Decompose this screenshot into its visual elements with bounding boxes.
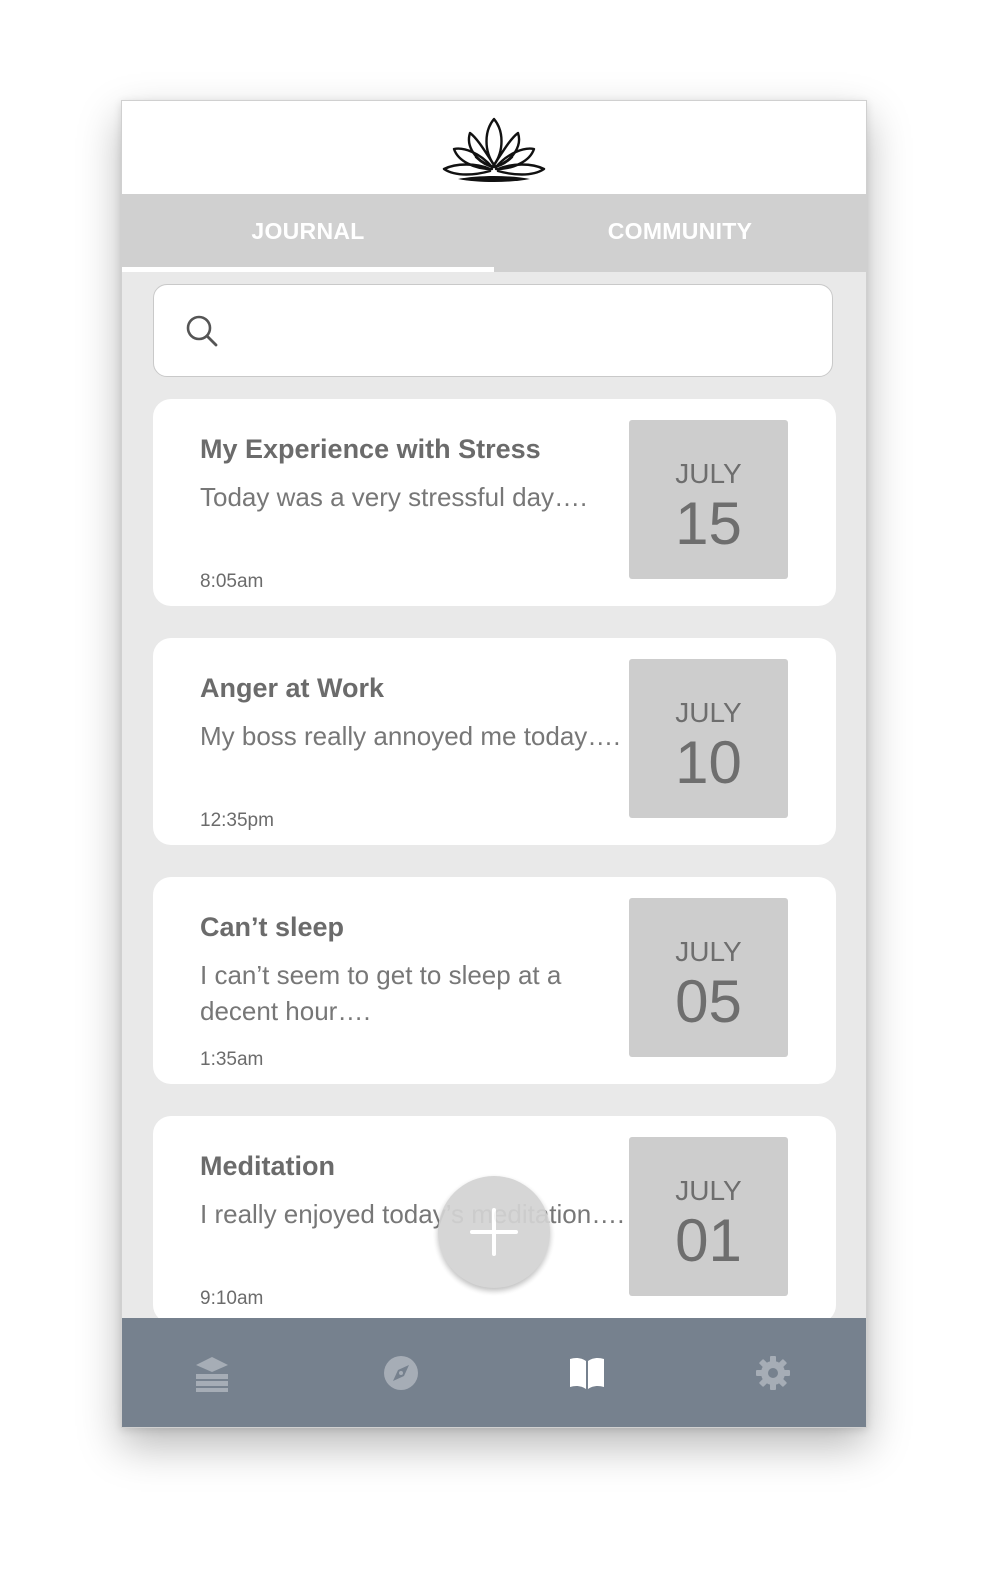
tab-journal[interactable]: JOURNAL [122,194,494,272]
entry-date-badge: JULY 01 [629,1137,788,1296]
entry-preview: My boss really annoyed me today…. [200,721,621,751]
tab-bar: JOURNAL COMMUNITY [122,194,866,272]
phone-screen: JOURNAL COMMUNITY My Experience with Str… [121,100,867,1428]
entry-title: Anger at Work [200,673,385,703]
book-icon [570,1357,604,1389]
plus-icon [470,1208,518,1256]
bottom-nav [122,1318,866,1427]
entry-month: JULY [675,1175,742,1206]
entry-month: JULY [675,458,742,489]
entry-day: 10 [675,729,742,796]
lotus-icon [442,117,546,182]
nav-item-feed[interactable] [122,1318,308,1427]
nav-item-journal[interactable] [494,1318,680,1427]
entry-time: 9:10am [200,1288,264,1309]
entry-date-badge: JULY 10 [629,659,788,818]
nav-item-explore[interactable] [308,1318,494,1427]
gear-icon [756,1355,790,1390]
entry-time: 1:35am [200,1049,264,1070]
entry-preview: I really enjoyed today’s meditation…. [200,1199,625,1229]
entry-month: JULY [675,697,742,728]
entry-preview: Today was a very stressful day…. [200,482,588,512]
entry-time: 12:35pm [200,810,274,831]
entry-date-badge: JULY 05 [629,898,788,1057]
app-header [122,101,866,194]
entry-date-badge: JULY 15 [629,420,788,579]
journal-entry-card[interactable]: Can’t sleep I can’t seem to get to sleep… [153,877,836,1084]
entry-title: Meditation [200,1151,335,1181]
entry-preview: I can’t seem to get to sleep at a decent… [200,960,562,1026]
nav-item-settings[interactable] [680,1318,866,1427]
entry-day: 15 [675,490,742,557]
entry-time: 8:05am [200,571,264,592]
entry-month: JULY [675,936,742,967]
search-box [153,284,833,377]
entry-title: Can’t sleep [200,912,345,942]
layers-icon [196,1356,228,1392]
entry-day: 05 [675,968,742,1035]
search-input[interactable] [234,305,808,357]
add-entry-button[interactable] [438,1176,550,1288]
journal-entry-card[interactable]: Anger at Work My boss really annoyed me … [153,638,836,845]
compass-icon [384,1355,418,1390]
search-icon[interactable] [184,313,220,349]
entry-day: 01 [675,1207,742,1274]
entry-title: My Experience with Stress [200,434,541,464]
tab-community[interactable]: COMMUNITY [494,194,866,272]
journal-entry-card[interactable]: My Experience with Stress Today was a ve… [153,399,836,606]
